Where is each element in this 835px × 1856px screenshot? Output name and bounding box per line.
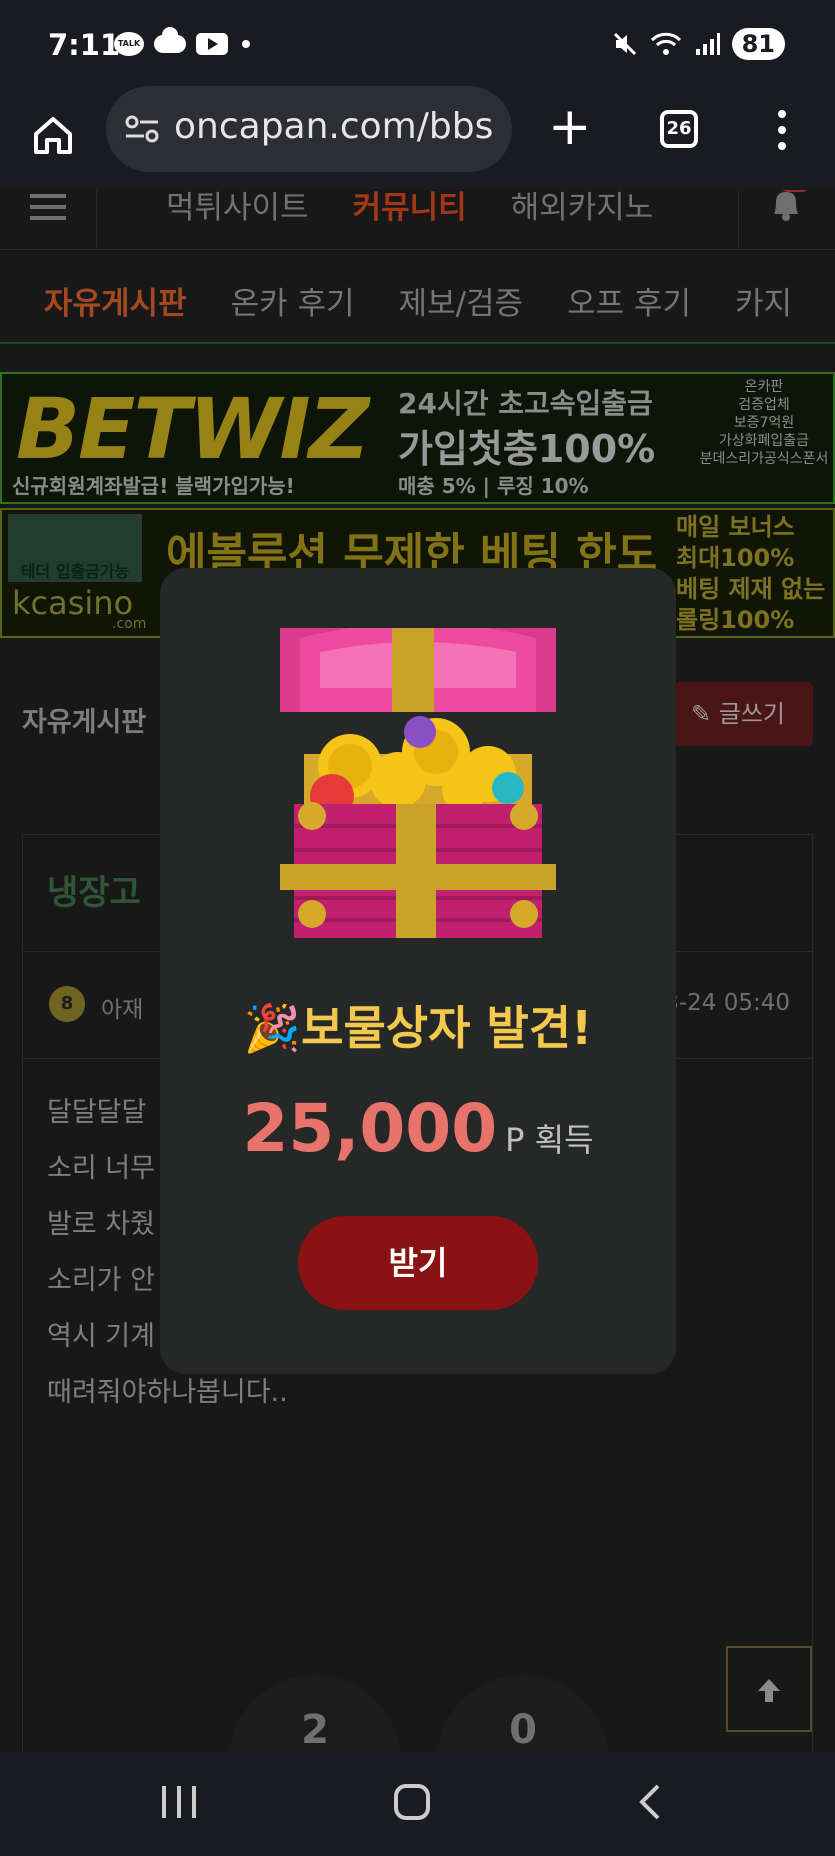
recent-apps-icon[interactable] [162,1786,196,1818]
claim-button[interactable]: 받기 [298,1216,538,1310]
kakaotalk-icon: TALK [114,32,144,56]
status-bar: 7:11 TALK 81 [0,0,835,86]
modal-title: 🎉보물상자 발견! [160,992,676,1058]
reward-unit: P 획득 [505,1121,594,1159]
mute-icon [613,32,636,56]
status-notification-icons: TALK [114,27,250,56]
modal-title-text: 보물상자 발견! [301,1001,593,1055]
youtube-icon [196,33,228,55]
more-notifications-dot-icon [242,40,250,48]
tab-switcher-button[interactable]: 26 [660,110,698,148]
browser-menu-icon[interactable] [772,106,792,156]
cloud-icon [154,27,186,53]
reward-amount: 25,000 [242,1090,498,1167]
status-time: 7:11 [48,28,121,62]
url-text[interactable]: oncapan.com/bbs [174,106,504,147]
home-nav-icon[interactable] [394,1784,430,1820]
wifi-icon [650,32,681,55]
signal-icon [695,33,720,55]
system-nav-bar [0,1752,835,1856]
party-popper-icon: 🎉 [243,1001,302,1055]
reward-amount-row: 25,000 P 획득 [160,1090,676,1167]
back-icon[interactable] [632,1782,672,1822]
browser-toolbar: oncapan.com/bbs + 26 [0,86,835,190]
site-settings-icon[interactable] [124,114,160,144]
new-tab-plus-icon[interactable]: + [548,101,592,153]
browser-home-icon[interactable] [28,110,78,160]
address-bar[interactable]: oncapan.com/bbs [106,86,512,172]
status-system-icons: 81 [612,28,785,60]
treasure-chest-modal: 🎉보물상자 발견! 25,000 P 획득 받기 [160,568,676,1374]
battery-indicator: 81 [731,28,785,60]
treasure-chest-icon [280,628,556,938]
